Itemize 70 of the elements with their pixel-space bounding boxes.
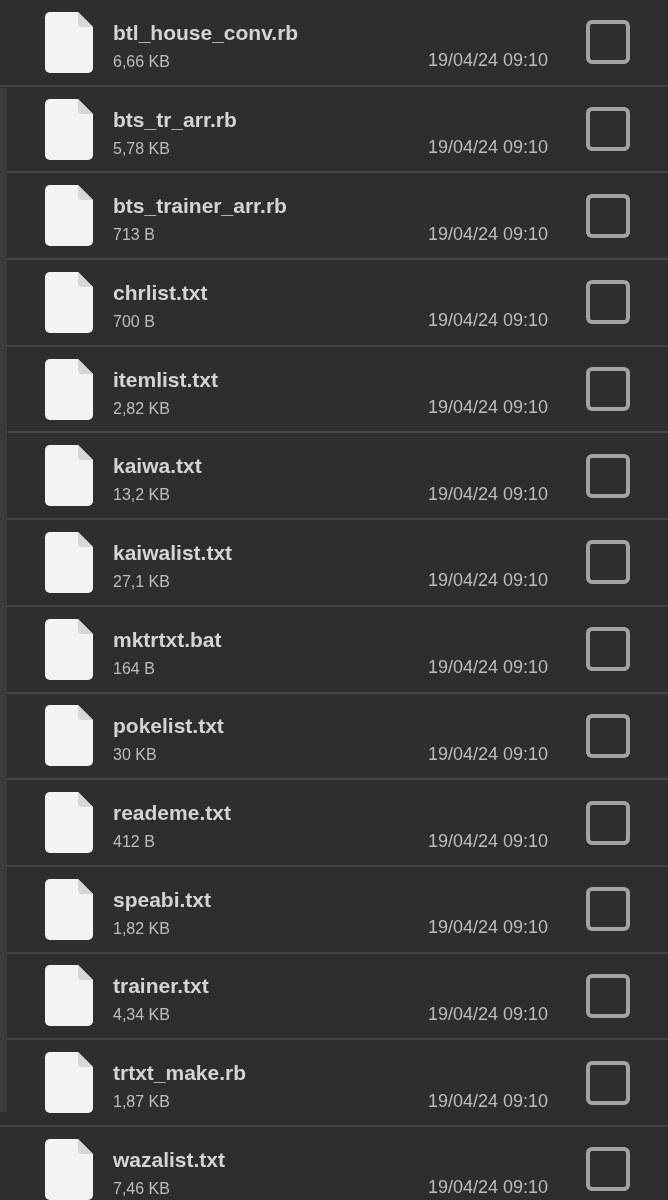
file-name: reademe.txt [113, 800, 232, 827]
file-icon [45, 445, 93, 507]
modified-date: 19/04/24 09:10 [427, 223, 548, 244]
file-size: 27,1 KB [113, 573, 171, 590]
file-name: trainer.txt [113, 973, 210, 1000]
file-icon [45, 792, 93, 854]
modified-date: 19/04/24 09:10 [427, 50, 548, 71]
file-name: mktrtxt.bat [113, 626, 223, 653]
file-icon [45, 531, 93, 593]
file-size: 5,78 KB [113, 140, 171, 157]
file-icon [45, 1138, 93, 1200]
file-name: chrlist.txt [113, 279, 209, 306]
file-icon [45, 98, 93, 160]
file-size: 412 B [113, 834, 156, 851]
checkbox[interactable] [586, 367, 630, 412]
checkbox[interactable] [586, 627, 630, 672]
modified-date: 19/04/24 09:10 [427, 397, 548, 418]
file-name: itemlist.txt [113, 366, 220, 393]
file-size: 13,2 KB [113, 487, 171, 504]
file-size: 700 B [113, 313, 156, 330]
checkbox[interactable] [586, 713, 630, 758]
file-size: 713 B [113, 227, 156, 244]
file-icon [45, 271, 93, 333]
file-icon [45, 1052, 93, 1114]
modified-date: 19/04/24 09:10 [427, 570, 548, 591]
checkbox[interactable] [586, 20, 630, 65]
file-name: bts_tr_arr.rb [113, 106, 238, 133]
checkbox[interactable] [586, 540, 630, 585]
file-size: 1,82 KB [113, 920, 171, 937]
file-icon [45, 358, 93, 420]
modified-date: 19/04/24 09:10 [427, 917, 548, 938]
modified-date: 19/04/24 09:10 [427, 830, 548, 851]
checkbox[interactable] [586, 1060, 630, 1105]
file-size: 30 KB [113, 747, 158, 764]
file-name: kaiwalist.txt [113, 539, 234, 566]
checkbox[interactable] [586, 453, 630, 498]
file-icon [45, 878, 93, 940]
modified-date: 19/04/24 09:10 [427, 137, 548, 158]
file-size: 7,46 KB [113, 1180, 171, 1197]
checkbox[interactable] [586, 280, 630, 325]
modified-date: 19/04/24 09:10 [427, 1090, 548, 1111]
modified-date: 19/04/24 09:10 [427, 657, 548, 678]
file-name: btl_house_conv.rb [113, 19, 300, 46]
file-name: pokelist.txt [113, 713, 225, 740]
file-size: 164 B [113, 660, 156, 677]
file-icon [45, 618, 93, 680]
file-icon [45, 965, 93, 1027]
modified-date: 19/04/24 09:10 [427, 483, 548, 504]
file-name: bts_trainer_arr.rb [113, 193, 288, 220]
file-size: 2,82 KB [113, 400, 171, 417]
checkbox[interactable] [586, 887, 630, 932]
checkbox[interactable] [586, 973, 630, 1018]
file-name: wazalist.txt [113, 1146, 227, 1173]
checkbox[interactable] [586, 107, 630, 152]
file-name: trtxt_make.rb [113, 1060, 248, 1087]
checkbox[interactable] [586, 800, 630, 845]
file-name: kaiwa.txt [113, 453, 203, 480]
checkbox[interactable] [586, 193, 630, 238]
file-size: 4,34 KB [113, 1007, 171, 1024]
file-icon [45, 185, 93, 247]
modified-date: 19/04/24 09:10 [427, 310, 548, 331]
modified-date: 19/04/24 09:10 [427, 743, 548, 764]
file-icon [45, 11, 93, 73]
modified-date: 19/04/24 09:10 [427, 1177, 548, 1198]
file-size: 1,87 KB [113, 1094, 171, 1111]
modified-date: 19/04/24 09:10 [427, 1003, 548, 1024]
checkbox[interactable] [586, 1147, 630, 1192]
file-name: speabi.txt [113, 886, 213, 913]
file-icon [45, 705, 93, 767]
file-size: 6,66 KB [113, 53, 171, 70]
